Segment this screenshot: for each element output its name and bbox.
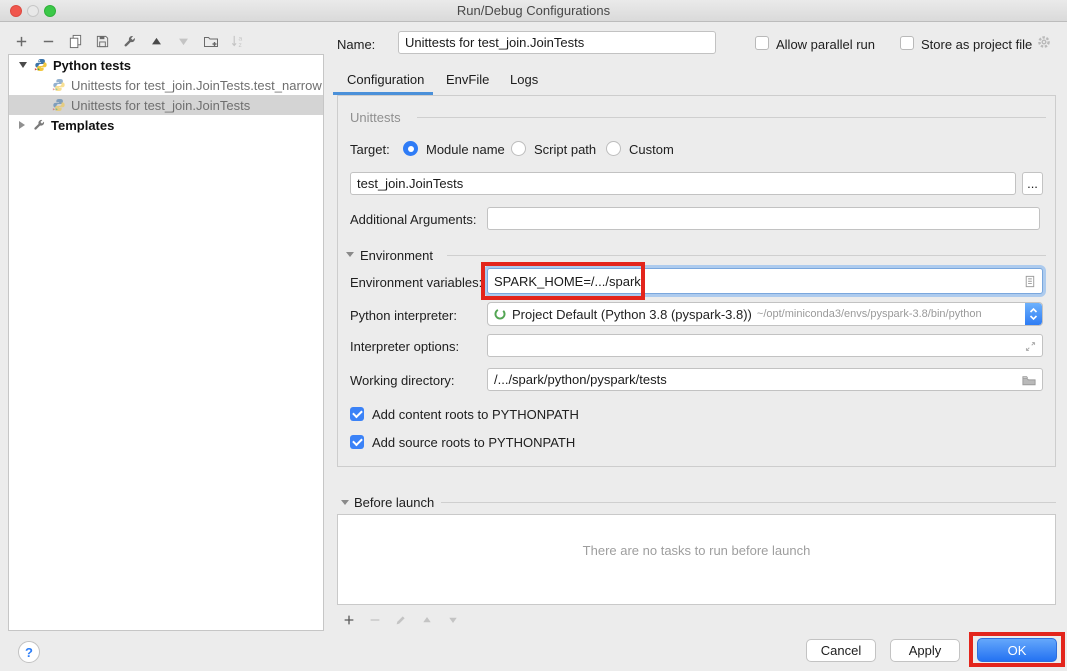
target-module-name-radio[interactable] xyxy=(403,141,418,156)
tab-configuration[interactable]: Configuration xyxy=(347,72,424,87)
target-custom-label: Custom xyxy=(629,142,674,157)
chevron-right-icon[interactable] xyxy=(19,121,25,129)
environment-variables-label: Environment variables: xyxy=(350,275,482,290)
move-down-icon xyxy=(175,33,192,50)
python-tests-icon xyxy=(51,98,67,112)
store-as-project-file-label: Store as project file xyxy=(921,37,1032,52)
target-label: Target: xyxy=(350,142,390,157)
allow-parallel-run-label: Allow parallel run xyxy=(776,37,875,52)
group-divider xyxy=(441,502,1056,503)
group-divider xyxy=(447,255,1046,256)
python-interpreter-path: ~/opt/miniconda3/envs/pyspark-3.8/bin/py… xyxy=(757,308,982,320)
unittests-group-title: Unittests xyxy=(350,110,401,125)
save-icon[interactable] xyxy=(94,33,111,50)
before-launch-toolbar xyxy=(340,611,461,628)
group-divider xyxy=(417,117,1046,118)
before-launch-collapse-icon[interactable] xyxy=(341,500,349,505)
copy-icon[interactable] xyxy=(67,33,84,50)
additional-arguments-label: Additional Arguments: xyxy=(350,212,476,227)
add-content-roots-checkbox[interactable] xyxy=(350,407,364,421)
python-interpreter-label: Python interpreter: xyxy=(350,308,457,323)
edit-templates-icon[interactable] xyxy=(121,33,138,50)
allow-parallel-run-checkbox[interactable] xyxy=(755,36,769,50)
name-label: Name: xyxy=(337,37,375,52)
working-directory-input[interactable] xyxy=(487,368,1043,391)
interpreter-options-input[interactable] xyxy=(487,334,1043,357)
edit-task-icon xyxy=(392,611,409,628)
tree-item-label: Unittests for test_join.JoinTests xyxy=(71,98,250,113)
tab-logs[interactable]: Logs xyxy=(510,72,538,87)
dropdown-spinner-icon[interactable] xyxy=(1025,303,1042,325)
conda-env-icon xyxy=(493,307,507,321)
environment-variables-input[interactable] xyxy=(487,268,1043,294)
add-icon[interactable] xyxy=(13,33,30,50)
python-interpreter-value: Project Default (Python 3.8 (pyspark-3.8… xyxy=(512,307,752,322)
before-launch-section-title[interactable]: Before launch xyxy=(354,495,434,510)
python-interpreter-select[interactable]: Project Default (Python 3.8 (pyspark-3.8… xyxy=(487,302,1043,326)
expand-field-icon[interactable] xyxy=(1022,338,1038,354)
add-source-roots-checkbox[interactable] xyxy=(350,435,364,449)
remove-icon[interactable] xyxy=(40,33,57,50)
python-tests-icon xyxy=(51,78,67,92)
ok-button[interactable]: OK xyxy=(977,638,1057,662)
tree-item-templates[interactable]: Templates xyxy=(9,115,323,135)
interpreter-options-label: Interpreter options: xyxy=(350,339,459,354)
target-custom-radio[interactable] xyxy=(606,141,621,156)
tab-envfile[interactable]: EnvFile xyxy=(446,72,489,87)
target-script-path-radio[interactable] xyxy=(511,141,526,156)
python-tests-icon xyxy=(33,58,49,72)
configurations-tree: Python tests Unittests for test_join.Joi… xyxy=(8,54,324,631)
new-folder-icon[interactable] xyxy=(202,33,219,50)
tree-item-label: Python tests xyxy=(53,58,131,73)
chevron-down-icon[interactable] xyxy=(19,62,27,68)
target-module-name-label: Module name xyxy=(426,142,505,157)
cancel-button[interactable]: Cancel xyxy=(806,639,876,662)
working-directory-label: Working directory: xyxy=(350,373,455,388)
title-bar: Run/Debug Configurations xyxy=(0,0,1067,22)
sort-icon: az xyxy=(229,33,246,50)
move-task-down-icon xyxy=(444,611,461,628)
before-launch-empty-text: There are no tasks to run before launch xyxy=(338,543,1055,558)
remove-task-icon xyxy=(366,611,383,628)
tree-item-python-tests[interactable]: Python tests xyxy=(9,55,323,75)
svg-text:z: z xyxy=(238,42,241,49)
add-content-roots-label: Add content roots to PYTHONPATH xyxy=(372,407,579,422)
tree-item-unittest-jointests[interactable]: Unittests for test_join.JoinTests xyxy=(9,95,323,115)
move-up-icon[interactable] xyxy=(148,33,165,50)
before-launch-task-list: There are no tasks to run before launch xyxy=(337,514,1056,605)
folder-icon[interactable] xyxy=(1020,372,1037,388)
browse-button[interactable]: ... xyxy=(1022,172,1043,195)
help-button[interactable]: ? xyxy=(18,641,40,663)
tree-item-label: Templates xyxy=(51,118,114,133)
apply-button[interactable]: Apply xyxy=(890,639,960,662)
configurations-toolbar: az xyxy=(13,31,246,51)
additional-arguments-input[interactable] xyxy=(487,207,1040,230)
environment-collapse-icon[interactable] xyxy=(346,252,354,257)
add-source-roots-label: Add source roots to PYTHONPATH xyxy=(372,435,575,450)
environment-section-title[interactable]: Environment xyxy=(360,248,433,263)
templates-wrench-icon xyxy=(31,118,47,132)
name-input[interactable] xyxy=(398,31,716,54)
add-task-icon[interactable] xyxy=(340,611,357,628)
tree-item-unittest-narrow[interactable]: Unittests for test_join.JoinTests.test_n… xyxy=(9,75,323,95)
store-as-project-file-checkbox[interactable] xyxy=(900,36,914,50)
tree-item-label: Unittests for test_join.JoinTests.test_n… xyxy=(71,78,322,93)
window-title: Run/Debug Configurations xyxy=(0,3,1067,18)
gear-icon[interactable] xyxy=(1036,34,1052,53)
module-name-input[interactable] xyxy=(350,172,1016,195)
move-task-up-icon xyxy=(418,611,435,628)
target-script-path-label: Script path xyxy=(534,142,596,157)
edit-variables-icon[interactable] xyxy=(1021,273,1038,290)
